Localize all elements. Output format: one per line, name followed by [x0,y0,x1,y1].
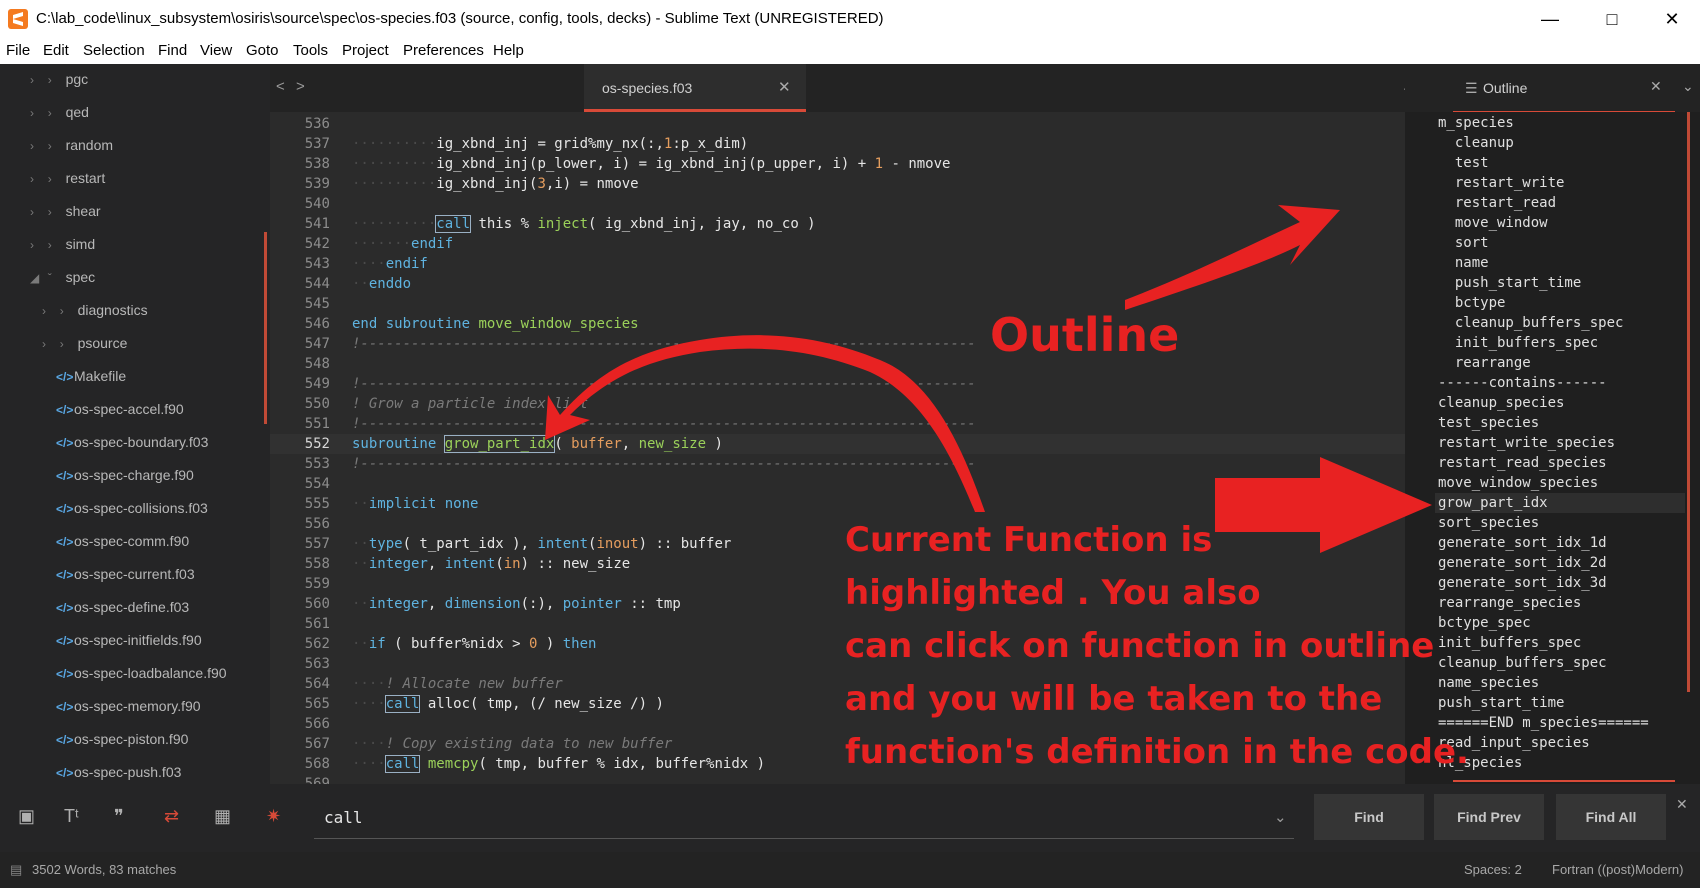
annotation-line: Current Function is [845,520,1213,560]
status-bar: ▤ 3502 Words, 83 matches Spaces: 2 Fortr… [0,852,1700,888]
in-selection-icon[interactable]: ▦ [214,806,231,827]
find-query-text: call [324,808,363,827]
annotation-line: function's definition in the code. [845,732,1469,772]
find-input-underline [314,838,1294,839]
panel-toggle-icon[interactable]: ▤ [10,862,22,878]
annotation-line: highlighted . You also [845,573,1261,613]
status-indentation[interactable]: Spaces: 2 [1464,862,1522,877]
whole-word-icon[interactable]: ❞ [114,806,124,827]
find-button[interactable]: Find [1314,794,1424,840]
wrap-icon[interactable]: ⇄ [164,806,179,827]
outline-arrow [1125,205,1340,310]
close-find-icon[interactable]: ✕ [1676,796,1688,813]
current-function-arrow [545,335,985,512]
find-all-button[interactable]: Find All [1556,794,1666,840]
status-syntax[interactable]: Fortran ((post)Modern) [1552,862,1683,877]
case-sensitive-icon[interactable]: Tᵗ [64,806,79,827]
status-word-count: 3502 Words, 83 matches [32,862,177,877]
regex-toggle-icon[interactable]: ▣ [18,806,35,827]
annotation-line: can click on function in outline [845,626,1435,666]
find-input[interactable]: call [314,804,1294,836]
annotation-line: and you will be taken to the [845,679,1383,719]
highlight-matches-icon[interactable]: ✷ [266,806,281,827]
annotation-outline-label: Outline [990,308,1180,362]
annotation-note: Current Function is highlighted . You al… [845,514,1469,779]
find-prev-button[interactable]: Find Prev [1434,794,1544,840]
